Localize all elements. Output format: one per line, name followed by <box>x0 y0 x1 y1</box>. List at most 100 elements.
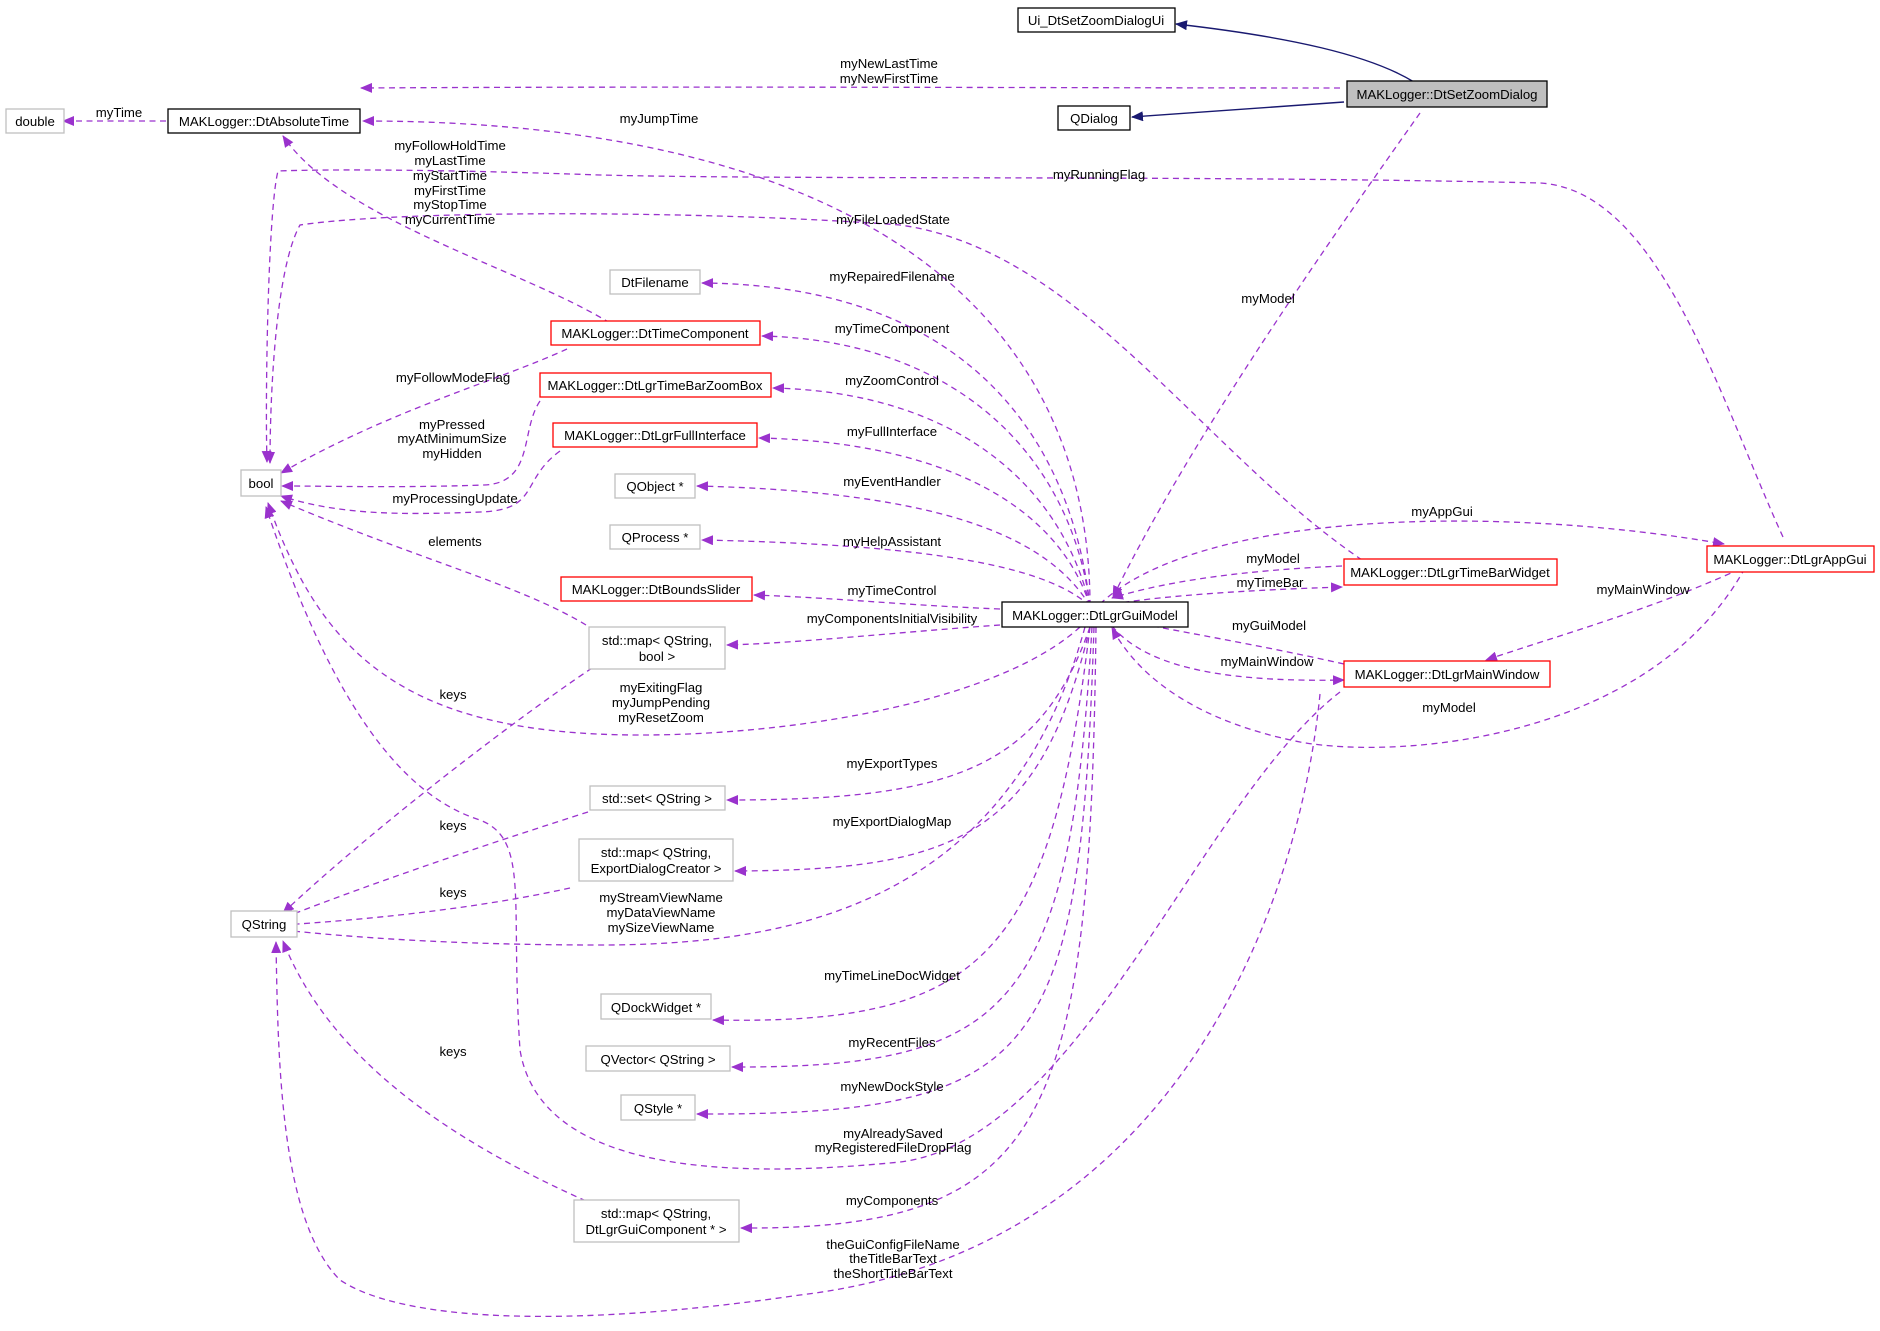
node-qstyle[interactable]: QStyle * <box>620 1094 696 1121</box>
edge-label: myTimeLineDocWidget <box>824 968 960 983</box>
node-time-component[interactable]: MAKLogger::DtTimeComponent <box>550 320 761 346</box>
node-dt-filename[interactable]: DtFilename <box>609 269 701 295</box>
edge-label: myHidden <box>422 446 481 461</box>
edge-label: myEventHandler <box>843 474 941 489</box>
edge-label: myMainWindow <box>1596 582 1690 597</box>
edge-label: myFollowHoldTime <box>394 138 506 153</box>
edge-label: theTitleBarText <box>849 1251 937 1266</box>
node-bool[interactable]: bool <box>240 469 282 497</box>
edge-label: elements <box>428 534 482 549</box>
edge-model-tb <box>1111 565 1343 600</box>
node-map-qstring-bool[interactable]: std::map< QString, bool > <box>588 626 726 670</box>
edge-label: myJumpTime <box>620 111 699 126</box>
node-set-zoom-dialog[interactable]: MAKLogger::DtSetZoomDialog <box>1346 80 1548 108</box>
edge-label: myGuiModel <box>1232 618 1306 633</box>
edge-label: myAtMinimumSize <box>397 431 506 446</box>
edge-export-types <box>726 626 1091 805</box>
edge-full-interface <box>758 433 1091 607</box>
svg-text:MAKLogger::DtAbsoluteTime: MAKLogger::DtAbsoluteTime <box>179 114 349 129</box>
svg-text:QString: QString <box>242 917 287 932</box>
edge-label: myRegisteredFileDropFlag <box>815 1140 972 1155</box>
edge-label: myNewDockStyle <box>840 1079 943 1094</box>
svg-text:MAKLogger::DtLgrTimeBarZoomBox: MAKLogger::DtLgrTimeBarZoomBox <box>548 378 763 393</box>
edge-label: myLastTime <box>414 153 485 168</box>
edge-label: myTimeControl <box>848 583 937 598</box>
svg-text:MAKLogger::DtBoundsSlider: MAKLogger::DtBoundsSlider <box>572 582 741 597</box>
edge-label: myFollowModeFlag <box>396 370 510 385</box>
node-main-window[interactable]: MAKLogger::DtLgrMainWindow <box>1343 660 1551 688</box>
node-absolute-time[interactable]: MAKLogger::DtAbsoluteTime <box>167 108 361 134</box>
edge-recent-files <box>731 626 1093 1073</box>
node-timebar-zoombox[interactable]: MAKLogger::DtLgrTimeBarZoomBox <box>539 372 772 398</box>
edge-label: myMainWindow <box>1220 654 1314 669</box>
edge-label: myCurrentTime <box>405 212 495 227</box>
edge-keys-3 <box>282 887 571 930</box>
edge-label: myFirstTime <box>414 183 486 198</box>
edge-label: myNewLastTime <box>840 56 938 71</box>
svg-text:QProcess *: QProcess * <box>622 530 689 545</box>
node-set-qstring[interactable]: std::set< QString > <box>589 785 726 811</box>
node-qdialog[interactable]: QDialog <box>1057 105 1131 131</box>
edge-label: myAppGui <box>1411 504 1473 519</box>
svg-text:bool: bool <box>249 476 274 491</box>
edge-model-top <box>1112 112 1421 598</box>
edge-label: myAlreadySaved <box>843 1126 943 1141</box>
edge-keys-1 <box>282 667 593 914</box>
node-qobject[interactable]: QObject * <box>614 473 696 499</box>
svg-text:MAKLogger::DtLgrFullInterface: MAKLogger::DtLgrFullInterface <box>564 428 746 443</box>
edge-new-last-first-time <box>360 82 1341 93</box>
node-gui-model[interactable]: MAKLogger::DtLgrGuiModel <box>1001 601 1189 628</box>
edge-label: myDataViewName <box>607 905 716 920</box>
node-map-export-dialog[interactable]: std::map< QString, ExportDialogCreator > <box>578 838 734 882</box>
node-bounds-slider[interactable]: MAKLogger::DtBoundsSlider <box>560 576 753 602</box>
node-qprocess[interactable]: QProcess * <box>609 524 701 550</box>
edge-label: keys <box>439 1044 467 1059</box>
edge-keys-4 <box>282 940 587 1202</box>
svg-text:bool >: bool > <box>639 649 676 664</box>
edge-label: myFileLoadedState <box>836 212 950 227</box>
edge-label: myExitingFlag <box>620 680 703 695</box>
edge-label: myResetZoom <box>618 710 704 725</box>
node-double[interactable]: double <box>5 108 65 134</box>
edge-label: myNewFirstTime <box>840 71 938 86</box>
node-full-interface[interactable]: MAKLogger::DtLgrFullInterface <box>552 422 758 448</box>
node-map-gui-component[interactable]: std::map< QString, DtLgrGuiComponent * > <box>573 1199 740 1243</box>
edge-label: myHelpAssistant <box>843 534 942 549</box>
edge-comp-init-vis <box>726 624 1001 650</box>
edge-label: myTimeBar <box>1237 575 1305 590</box>
svg-text:MAKLogger::DtLgrGuiModel: MAKLogger::DtLgrGuiModel <box>1012 608 1178 623</box>
edge-label: theShortTitleBarText <box>834 1266 953 1281</box>
svg-text:MAKLogger::DtLgrTimeBarWidget: MAKLogger::DtLgrTimeBarWidget <box>1350 565 1550 580</box>
edge-zoom-control <box>772 383 1091 607</box>
edge-label: myFullInterface <box>847 424 937 439</box>
svg-text:ExportDialogCreator >: ExportDialogCreator > <box>591 861 722 876</box>
svg-text:std::map< QString,: std::map< QString, <box>601 1206 711 1221</box>
svg-text:QDialog: QDialog <box>1070 111 1118 126</box>
edge-label: myModel <box>1422 700 1476 715</box>
svg-text:std::map< QString,: std::map< QString, <box>602 633 712 648</box>
edge-elements <box>280 500 587 626</box>
edge-label: myExportTypes <box>847 756 938 771</box>
svg-text:QDockWidget *: QDockWidget * <box>611 1000 701 1015</box>
node-qstring[interactable]: QString <box>230 910 298 938</box>
edge-keys-2 <box>282 811 589 919</box>
node-ui-zoom-dialog[interactable]: Ui_DtSetZoomDialogUi <box>1017 7 1176 33</box>
node-qvector[interactable]: QVector< QString > <box>585 1045 731 1072</box>
edge-label: myZoomControl <box>845 373 939 388</box>
svg-text:std::map< QString,: std::map< QString, <box>601 845 711 860</box>
edge-label: myStreamViewName <box>599 890 723 905</box>
edge-label: keys <box>439 687 467 702</box>
edge-label: myExportDialogMap <box>833 814 952 829</box>
edge-label: myPressed <box>419 417 485 432</box>
node-timebar-widget[interactable]: MAKLogger::DtLgrTimeBarWidget <box>1343 558 1558 586</box>
svg-text:MAKLogger::DtLgrMainWindow: MAKLogger::DtLgrMainWindow <box>1355 667 1540 682</box>
edge-label: mySizeViewName <box>608 920 715 935</box>
edge-file-loaded <box>265 213 1363 561</box>
node-qdockwidget[interactable]: QDockWidget * <box>600 993 712 1020</box>
edge-label: myTimeComponent <box>835 321 950 336</box>
edge-label: myModel <box>1246 551 1300 566</box>
edge-label: myModel <box>1241 291 1295 306</box>
svg-text:MAKLogger::DtSetZoomDialog: MAKLogger::DtSetZoomDialog <box>1356 87 1537 102</box>
node-app-gui[interactable]: MAKLogger::DtLgrAppGui <box>1706 545 1875 573</box>
edge-label: myRunningFlag <box>1053 167 1145 182</box>
